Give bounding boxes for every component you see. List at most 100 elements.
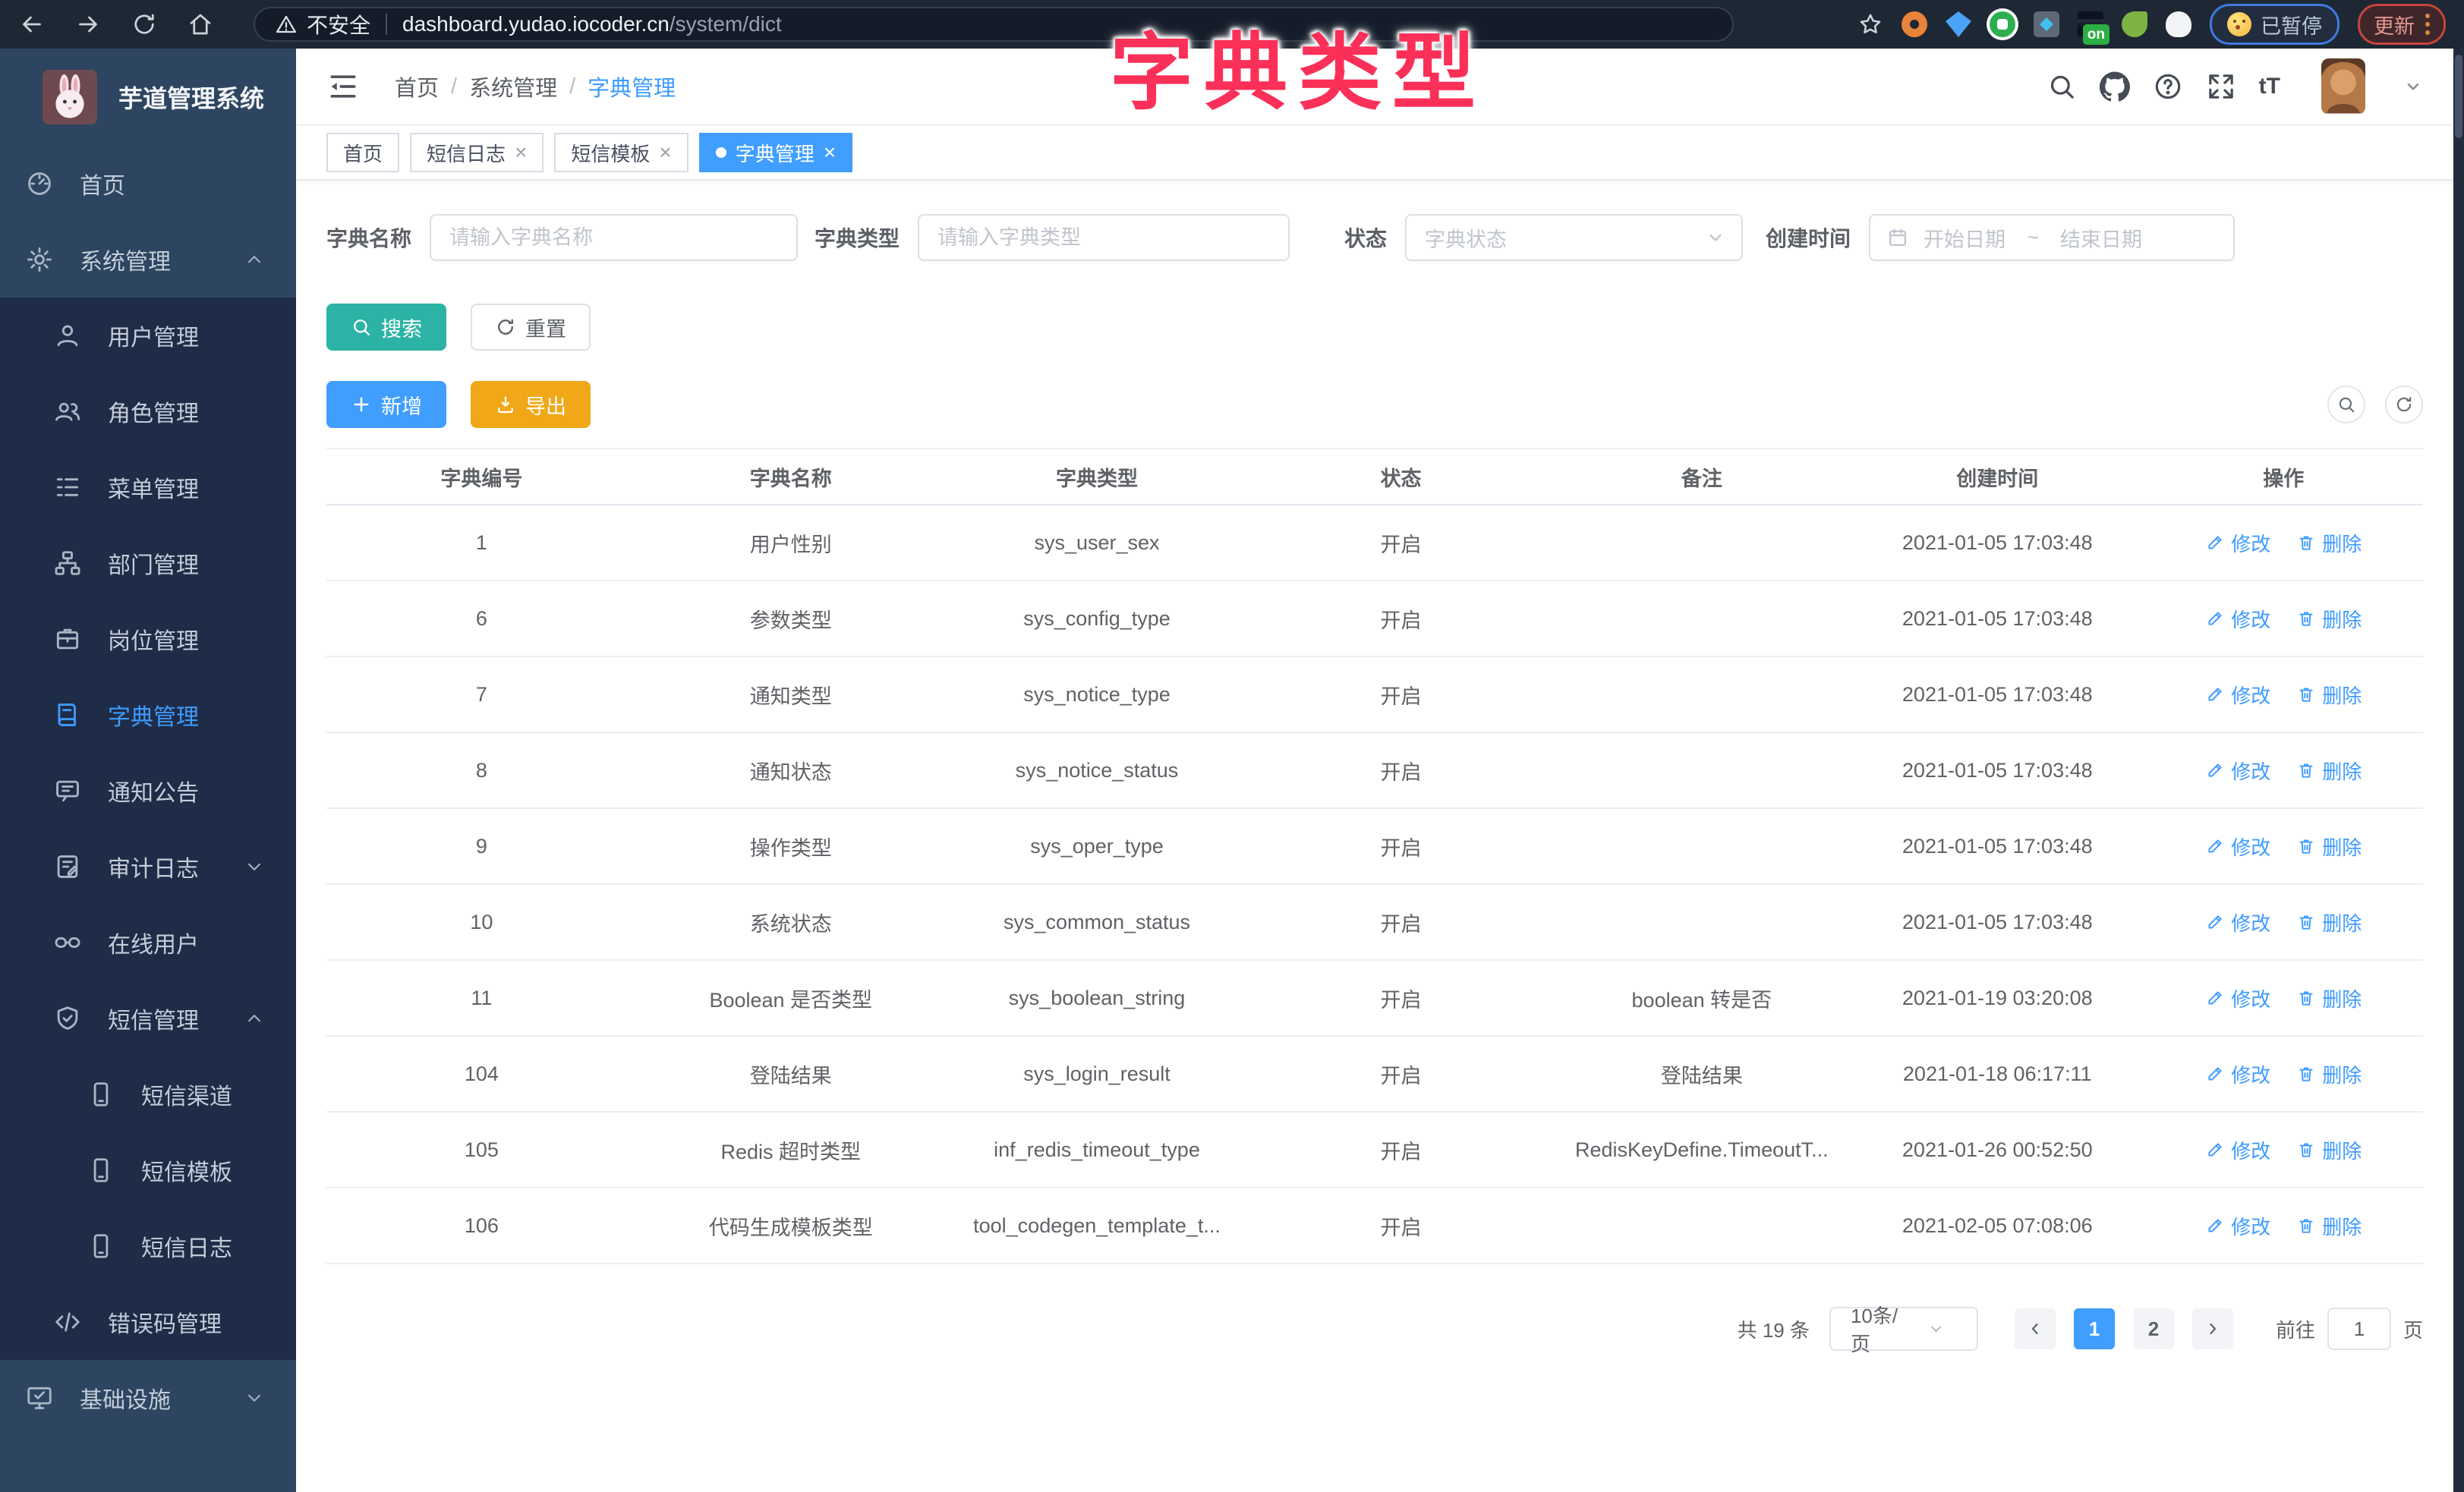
extension-icon[interactable] — [1902, 11, 1927, 37]
breadcrumb-item-0[interactable]: 首页 — [395, 71, 439, 102]
delete-link[interactable]: 删除 — [2296, 1212, 2362, 1240]
extension-icon[interactable] — [1990, 11, 2015, 37]
delete-link[interactable]: 删除 — [2296, 757, 2362, 785]
user-avatar[interactable] — [2321, 58, 2365, 115]
goto-page-input[interactable] — [2327, 1308, 2391, 1350]
sidebar-item-3[interactable]: 角色管理 — [0, 373, 296, 449]
edit-link[interactable]: 修改 — [2205, 1060, 2270, 1088]
page-size-select[interactable]: 10条/页 — [1829, 1307, 1978, 1351]
delete-link[interactable]: 删除 — [2296, 1060, 2362, 1088]
dict-name-input[interactable] — [430, 214, 798, 261]
cell-type[interactable]: sys_notice_status — [945, 732, 1249, 808]
edit-link[interactable]: 修改 — [2205, 833, 2270, 861]
sidebar-item-6[interactable]: 岗位管理 — [0, 601, 296, 677]
edit-link[interactable]: 修改 — [2205, 984, 2270, 1012]
update-button[interactable]: 更新 — [2358, 4, 2446, 45]
sidebar-item-16[interactable]: 基础设施 — [0, 1360, 296, 1436]
delete-link[interactable]: 删除 — [2296, 1136, 2362, 1164]
security-label[interactable]: 不安全 — [307, 9, 370, 39]
sidebar-item-10[interactable]: 在线用户 — [0, 905, 296, 981]
back-icon[interactable] — [18, 11, 46, 38]
sidebar-item-9[interactable]: 审计日志 — [0, 829, 296, 905]
breadcrumb-item-1[interactable]: 系统管理 — [469, 71, 557, 102]
cell-type[interactable]: sys_login_result — [945, 1036, 1249, 1112]
scrollbar-thumb[interactable] — [2455, 55, 2462, 138]
edit-link[interactable]: 修改 — [2205, 529, 2270, 557]
home-icon[interactable] — [187, 11, 214, 38]
github-icon[interactable] — [2100, 71, 2130, 102]
tab-2[interactable]: 短信模板× — [554, 133, 688, 172]
cell-type[interactable]: inf_redis_timeout_type — [945, 1112, 1249, 1188]
help-icon[interactable] — [2153, 71, 2183, 102]
extension-icon[interactable]: on — [2078, 11, 2103, 37]
sidebar-item-12[interactable]: 短信渠道 — [0, 1056, 296, 1132]
page-button-2[interactable]: 2 — [2133, 1308, 2174, 1349]
extension-icon[interactable] — [2166, 11, 2191, 37]
app-logo-row[interactable]: 芋道管理系统 — [0, 49, 296, 146]
cell-type[interactable]: sys_config_type — [945, 581, 1249, 656]
cell-type[interactable]: sys_notice_type — [945, 656, 1249, 732]
tab-1[interactable]: 短信日志× — [410, 133, 544, 172]
next-page-button[interactable] — [2192, 1308, 2233, 1349]
sidebar-item-5[interactable]: 部门管理 — [0, 525, 296, 601]
page-button-1[interactable]: 1 — [2074, 1308, 2115, 1349]
tab-3[interactable]: 字典管理× — [699, 133, 852, 172]
delete-link[interactable]: 删除 — [2296, 908, 2362, 936]
sidebar-item-11[interactable]: 短信管理 — [0, 981, 296, 1056]
export-button[interactable]: 导出 — [471, 381, 591, 428]
edit-link[interactable]: 修改 — [2205, 681, 2270, 709]
extension-icon[interactable] — [1946, 11, 1971, 37]
browser-scrollbar[interactable] — [2453, 49, 2464, 1492]
sidebar-item-8[interactable]: 通知公告 — [0, 753, 296, 829]
url-path[interactable]: /system/dict — [670, 12, 782, 36]
sidebar-item-0[interactable]: 首页 — [0, 146, 296, 222]
edit-link[interactable]: 修改 — [2205, 1136, 2270, 1164]
cell-type[interactable]: sys_common_status — [945, 884, 1249, 960]
close-icon[interactable]: × — [515, 142, 527, 163]
dict-type-input[interactable] — [918, 214, 1290, 261]
extension-icon[interactable] — [2122, 11, 2147, 37]
cell-type[interactable]: tool_codegen_template_t... — [945, 1188, 1249, 1264]
tab-0[interactable]: 首页 — [326, 133, 399, 172]
bookmark-star-icon[interactable] — [1857, 11, 1883, 37]
add-button[interactable]: 新增 — [326, 381, 446, 428]
delete-link[interactable]: 删除 — [2296, 984, 2362, 1012]
search-button[interactable]: 搜索 — [326, 304, 446, 351]
cell-type[interactable]: sys_oper_type — [945, 808, 1249, 884]
edit-link[interactable]: 修改 — [2205, 908, 2270, 936]
delete-link[interactable]: 删除 — [2296, 681, 2362, 709]
toggle-search-button[interactable] — [2327, 386, 2365, 423]
cell-type[interactable]: sys_boolean_string — [945, 960, 1249, 1036]
refresh-table-button[interactable] — [2385, 386, 2423, 423]
sidebar-item-15[interactable]: 错误码管理 — [0, 1284, 296, 1360]
forward-icon[interactable] — [74, 11, 102, 38]
date-range-picker[interactable]: 开始日期 ~ 结束日期 — [1869, 214, 2235, 261]
delete-link[interactable]: 删除 — [2296, 833, 2362, 861]
close-icon[interactable]: × — [824, 142, 836, 163]
hamburger-icon[interactable] — [326, 70, 360, 103]
prev-page-button[interactable] — [2015, 1308, 2056, 1349]
chevron-down-icon[interactable] — [2403, 77, 2423, 96]
url-domain[interactable]: dashboard.yudao.iocoder.cn — [402, 12, 670, 36]
kebab-menu-icon[interactable] — [2425, 14, 2430, 35]
delete-link[interactable]: 删除 — [2296, 605, 2362, 633]
close-icon[interactable]: × — [659, 142, 671, 163]
sidebar-item-7[interactable]: 字典管理 — [0, 677, 296, 753]
font-size-icon[interactable]: tT — [2259, 75, 2280, 98]
reload-icon[interactable] — [131, 11, 158, 38]
sidebar-item-4[interactable]: 菜单管理 — [0, 449, 296, 525]
edit-link[interactable]: 修改 — [2205, 757, 2270, 785]
sidebar-item-2[interactable]: 用户管理 — [0, 297, 296, 373]
status-select[interactable]: 字典状态 — [1405, 214, 1743, 261]
cell-type[interactable]: sys_user_sex — [945, 505, 1249, 581]
search-icon[interactable] — [2047, 71, 2077, 102]
breadcrumb-item-2[interactable]: 字典管理 — [588, 71, 676, 102]
reset-button[interactable]: 重置 — [471, 304, 591, 351]
sidebar-item-14[interactable]: 短信日志 — [0, 1208, 296, 1284]
sidebar-item-1[interactable]: 系统管理 — [0, 222, 296, 297]
delete-link[interactable]: 删除 — [2296, 529, 2362, 557]
fullscreen-icon[interactable] — [2206, 71, 2236, 102]
sidebar-item-13[interactable]: 短信模板 — [0, 1132, 296, 1208]
paused-badge[interactable]: 已暂停 — [2210, 4, 2340, 45]
extension-icon[interactable] — [2034, 11, 2059, 37]
